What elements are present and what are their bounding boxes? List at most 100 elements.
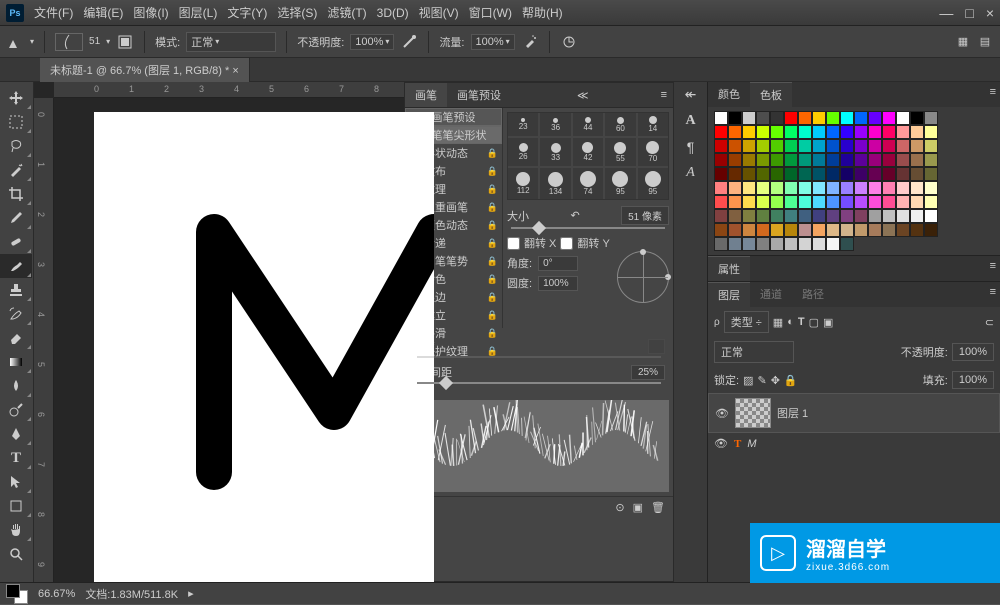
swatch[interactable]	[826, 125, 840, 139]
swatch[interactable]	[756, 237, 770, 251]
swatch[interactable]	[728, 125, 742, 139]
swatch[interactable]	[742, 237, 756, 251]
swatch[interactable]	[812, 167, 826, 181]
filter-smart-icon[interactable]: ▣	[823, 316, 833, 329]
swatch[interactable]	[798, 209, 812, 223]
filter-adjust-icon[interactable]: ◐	[787, 316, 794, 328]
swatch[interactable]	[714, 167, 728, 181]
swatch[interactable]	[854, 209, 868, 223]
swatch[interactable]	[784, 139, 798, 153]
swatch[interactable]	[784, 153, 798, 167]
preview-toggle-icon[interactable]: ⊙	[615, 501, 624, 514]
paragraph-icon[interactable]: ¶	[687, 139, 695, 155]
dodge-tool[interactable]	[0, 398, 32, 422]
collapse-left-icon[interactable]: ≪	[571, 87, 595, 104]
swatch[interactable]	[924, 223, 938, 237]
swatch[interactable]	[756, 167, 770, 181]
close-icon[interactable]: ×	[986, 5, 994, 21]
swatch[interactable]	[770, 223, 784, 237]
swatch[interactable]	[742, 125, 756, 139]
swatch[interactable]	[896, 167, 910, 181]
tab-color[interactable]: 颜色	[708, 82, 750, 107]
swatch[interactable]	[812, 139, 826, 153]
tab-close-icon[interactable]: ×	[232, 65, 238, 77]
swatch[interactable]	[770, 181, 784, 195]
swatch[interactable]	[910, 125, 924, 139]
swatch[interactable]	[798, 237, 812, 251]
swatch[interactable]	[742, 111, 756, 125]
swatch[interactable]	[840, 195, 854, 209]
maximize-icon[interactable]: □	[965, 5, 973, 21]
brush-tool[interactable]	[0, 254, 32, 278]
tab-layers[interactable]: 图层	[708, 282, 750, 307]
new-preset-icon[interactable]: ▣	[633, 501, 643, 514]
swatch[interactable]	[826, 209, 840, 223]
lock-icon[interactable]: 🔒	[487, 274, 498, 285]
swatch[interactable]	[896, 209, 910, 223]
brush-preset-cell[interactable]: 95	[605, 168, 635, 199]
lock-all-icon[interactable]: 🔒	[784, 374, 798, 387]
swatch-grid[interactable]	[708, 107, 1000, 255]
tab-swatches[interactable]: 色板	[750, 82, 792, 107]
wand-tool[interactable]	[0, 158, 32, 182]
swatch[interactable]	[784, 125, 798, 139]
swatch[interactable]	[714, 125, 728, 139]
brush-preset-cell[interactable]: 60	[605, 113, 635, 136]
swatch[interactable]	[756, 223, 770, 237]
swatch[interactable]	[882, 209, 896, 223]
panel-menu-icon[interactable]: ≡	[655, 87, 673, 103]
swatch[interactable]	[812, 125, 826, 139]
flipy-checkbox[interactable]	[560, 237, 573, 250]
swatch[interactable]	[784, 167, 798, 181]
lock-icon[interactable]: 🔒	[487, 256, 498, 267]
swatch[interactable]	[714, 237, 728, 251]
panel-menu-icon[interactable]: ≡	[986, 282, 1000, 307]
swatch[interactable]	[840, 167, 854, 181]
swatch[interactable]	[798, 195, 812, 209]
swatch[interactable]	[826, 139, 840, 153]
menu-type[interactable]: 文字(Y)	[227, 4, 267, 21]
swatch[interactable]	[812, 153, 826, 167]
brush-tip-grid[interactable]: 23364460142633425570112134749595	[507, 112, 669, 200]
file-tab[interactable]: 未标题-1 @ 66.7% (图层 1, RGB/8) * ×	[40, 58, 250, 82]
swatch[interactable]	[728, 167, 742, 181]
brush-preset-cell[interactable]: 36	[540, 113, 570, 136]
panel-menu-icon[interactable]: ≡	[986, 256, 1000, 281]
swatch[interactable]	[826, 223, 840, 237]
swatch[interactable]	[742, 153, 756, 167]
brush-preset-cell[interactable]: 14	[638, 113, 668, 136]
swatch[interactable]	[770, 153, 784, 167]
marquee-tool[interactable]	[0, 110, 32, 134]
lock-icon[interactable]: 🔒	[487, 292, 498, 303]
shape-tool[interactable]	[0, 494, 32, 518]
swatch[interactable]	[798, 181, 812, 195]
brush-preset-cell[interactable]: 74	[573, 168, 603, 199]
eraser-tool[interactable]	[0, 326, 32, 350]
swatch[interactable]	[924, 167, 938, 181]
brush-preset-cell[interactable]: 44	[573, 113, 603, 136]
swatch[interactable]	[742, 181, 756, 195]
swatch[interactable]	[882, 167, 896, 181]
lock-icon[interactable]: 🔒	[487, 220, 498, 231]
swatch[interactable]	[882, 195, 896, 209]
layer-item-2[interactable]: 👁 T M	[708, 433, 1000, 454]
swatch[interactable]	[770, 111, 784, 125]
menu-help[interactable]: 帮助(H)	[522, 4, 563, 21]
swatch[interactable]	[924, 125, 938, 139]
swatch[interactable]	[910, 223, 924, 237]
size-value[interactable]: 51 像素	[621, 206, 669, 225]
brush-preview-icon[interactable]	[55, 33, 83, 51]
crop-tool[interactable]	[0, 182, 32, 206]
stamp-tool[interactable]	[0, 278, 32, 302]
filter-pixel-icon[interactable]: ▦	[773, 316, 783, 329]
trash-icon[interactable]: 🗑	[651, 501, 665, 514]
swatch[interactable]	[812, 195, 826, 209]
swatch[interactable]	[924, 195, 938, 209]
swatch[interactable]	[896, 153, 910, 167]
lock-icon[interactable]: 🔒	[487, 238, 498, 249]
lasso-tool[interactable]	[0, 134, 32, 158]
menu-layer[interactable]: 图层(L)	[179, 4, 218, 21]
filter-type-icon[interactable]: T	[798, 316, 805, 328]
swatch[interactable]	[798, 125, 812, 139]
swatch[interactable]	[868, 167, 882, 181]
